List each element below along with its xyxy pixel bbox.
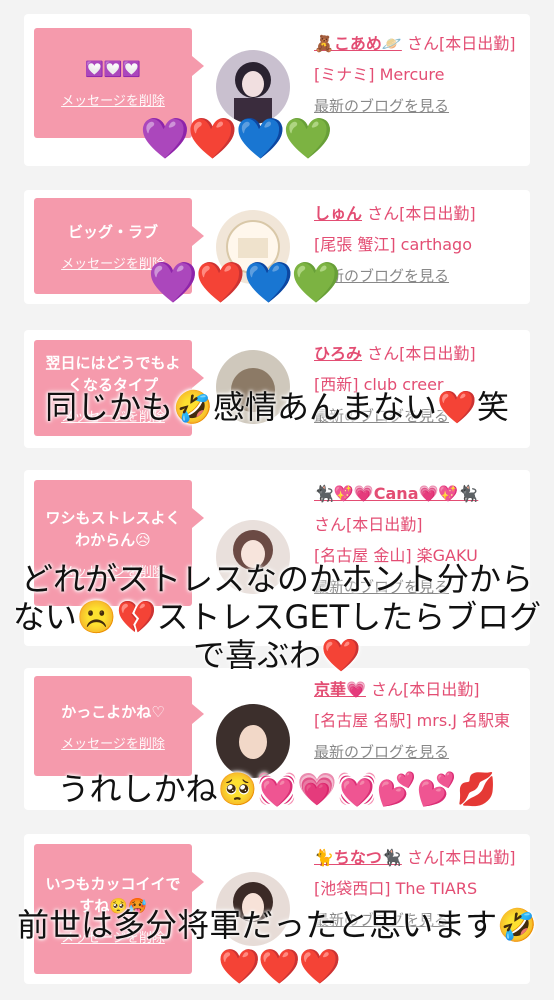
message-text: ワシもストレスよくわからん😥	[45, 508, 181, 549]
message-text: ビッグ・ラブ	[67, 222, 158, 241]
attendance-status: さん[本日出勤]	[314, 515, 423, 534]
caption-overlay: どれがストレスなのかホント分からない☹️💔ストレスGETしたらブログで喜ぶわ❤️	[12, 560, 542, 674]
cast-info: しゅん さん[本日出勤] [尾張 蟹江] carthago 最新のブログを見る	[314, 198, 524, 292]
delete-message-link[interactable]: メッセージを削除	[61, 90, 165, 109]
message-text: かっこよかね♡	[61, 702, 165, 721]
avatar[interactable]	[216, 704, 290, 778]
cast-name-link[interactable]: 京華💗	[314, 680, 366, 699]
attendance-status: さん[本日出勤]	[406, 848, 516, 867]
attendance-status: さん[本日出勤]	[406, 34, 516, 53]
caption-overlay: 同じかも🤣感情あんまない❤️笑	[45, 388, 509, 426]
avatar[interactable]	[216, 50, 290, 124]
attendance-status: さん[本日出勤]	[367, 344, 476, 363]
cast-name-link[interactable]: しゅん	[314, 204, 362, 223]
cast-name-link[interactable]: ひろみ	[314, 344, 362, 363]
latest-blog-link[interactable]: 最新のブログを見る	[314, 743, 449, 761]
shop-name[interactable]: [ミナミ] Mercure	[314, 65, 444, 84]
cast-name-link[interactable]: 🐈‍⬛💖💗Cana💗💖🐈‍⬛	[314, 484, 478, 503]
latest-blog-link[interactable]: 最新のブログを見る	[314, 97, 449, 115]
delete-message-link[interactable]: メッセージを削除	[61, 733, 165, 752]
shop-name[interactable]: [名古屋 名駅] mrs.J 名駅東	[314, 711, 510, 730]
caption-overlay: うれしかね🥺💓💗💓💕💕💋	[57, 770, 497, 808]
shop-name[interactable]: [尾張 蟹江] carthago	[314, 235, 472, 254]
cast-name-link[interactable]: 🐈ちなつ🐈‍⬛	[314, 848, 402, 867]
caption-overlay: 前世は多分将軍だったと思います🤣	[17, 906, 537, 944]
cast-info: 🧸こあめ🪐 さん[本日出勤] [ミナミ] Mercure 最新のブログを見る	[314, 28, 524, 122]
hearts-overlay: 💜❤️💙💚	[140, 116, 333, 162]
cast-info: 京華💗 さん[本日出勤] [名古屋 名駅] mrs.J 名駅東 最新のブログを見…	[314, 674, 524, 768]
message-bubble: かっこよかね♡ メッセージを削除	[34, 676, 204, 776]
shop-name[interactable]: [池袋西口] The TIARS	[314, 879, 477, 898]
hearts-overlay: 💜❤️💙💚	[148, 260, 341, 306]
attendance-status: さん[本日出勤]	[371, 680, 480, 699]
hearts-overlay: ❤️❤️❤️	[218, 947, 341, 987]
cast-name-link[interactable]: 🧸こあめ🪐	[314, 34, 402, 53]
message-text: 💟💟💟	[84, 59, 142, 78]
attendance-status: さん[本日出勤]	[367, 204, 476, 223]
